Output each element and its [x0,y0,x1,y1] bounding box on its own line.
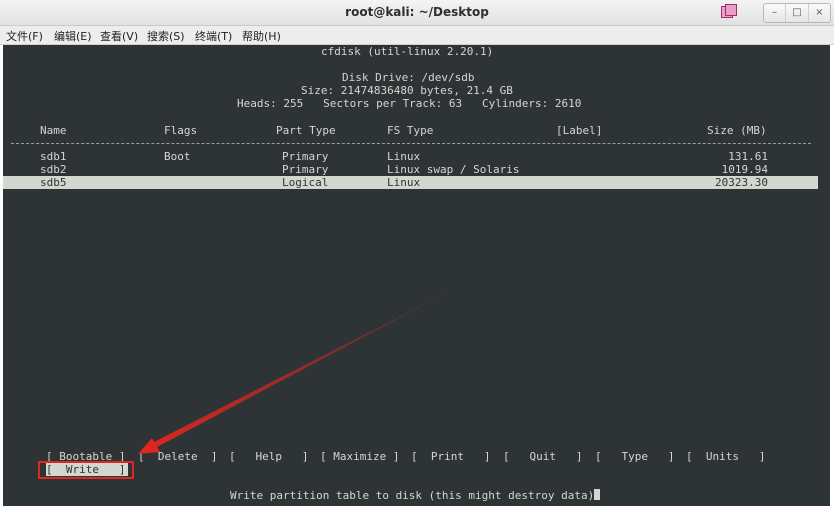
annotation-arrow [138,290,452,454]
